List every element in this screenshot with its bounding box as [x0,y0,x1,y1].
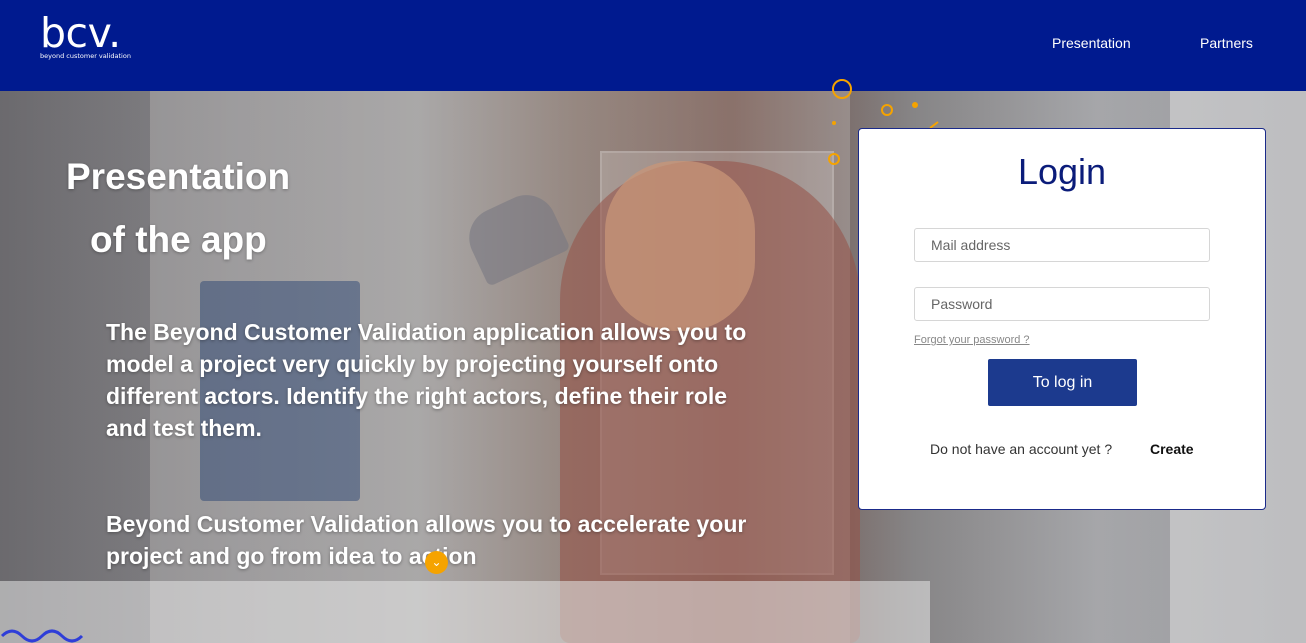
decorative-wave [0,629,84,643]
logo-tagline: beyond customer validation [40,52,131,60]
logo-text: bcv. [40,9,121,57]
chevron-down-icon: ⌄ [431,555,442,569]
bcv-logo[interactable]: bcv. beyond customer validation [40,12,131,60]
login-title: Login [1017,151,1107,192]
top-header: bcv. beyond customer validation Presenta… [0,0,1306,91]
create-account-link[interactable]: Create [1150,441,1194,457]
nav-presentation[interactable]: Presentation [1052,35,1131,51]
scroll-down-button[interactable]: ⌄ [425,551,448,574]
hero-title-line2: of the app [90,219,267,260]
forgot-password-link[interactable]: Forgot your password ? [914,334,1030,346]
hero-paragraph-1: The Beyond Customer Validation applicati… [106,319,747,441]
person-head [605,161,755,331]
desk-surface [0,581,930,643]
no-account-text: Do not have an account yet ? [930,441,1113,457]
login-card: Login Forgot your password ? To log in D… [858,128,1266,510]
mail-input[interactable] [914,228,1210,262]
hero-title-line1: Presentation [66,156,291,197]
password-input[interactable] [914,287,1210,321]
nav-partners[interactable]: Partners [1200,35,1253,51]
login-button[interactable]: To log in [988,359,1137,406]
